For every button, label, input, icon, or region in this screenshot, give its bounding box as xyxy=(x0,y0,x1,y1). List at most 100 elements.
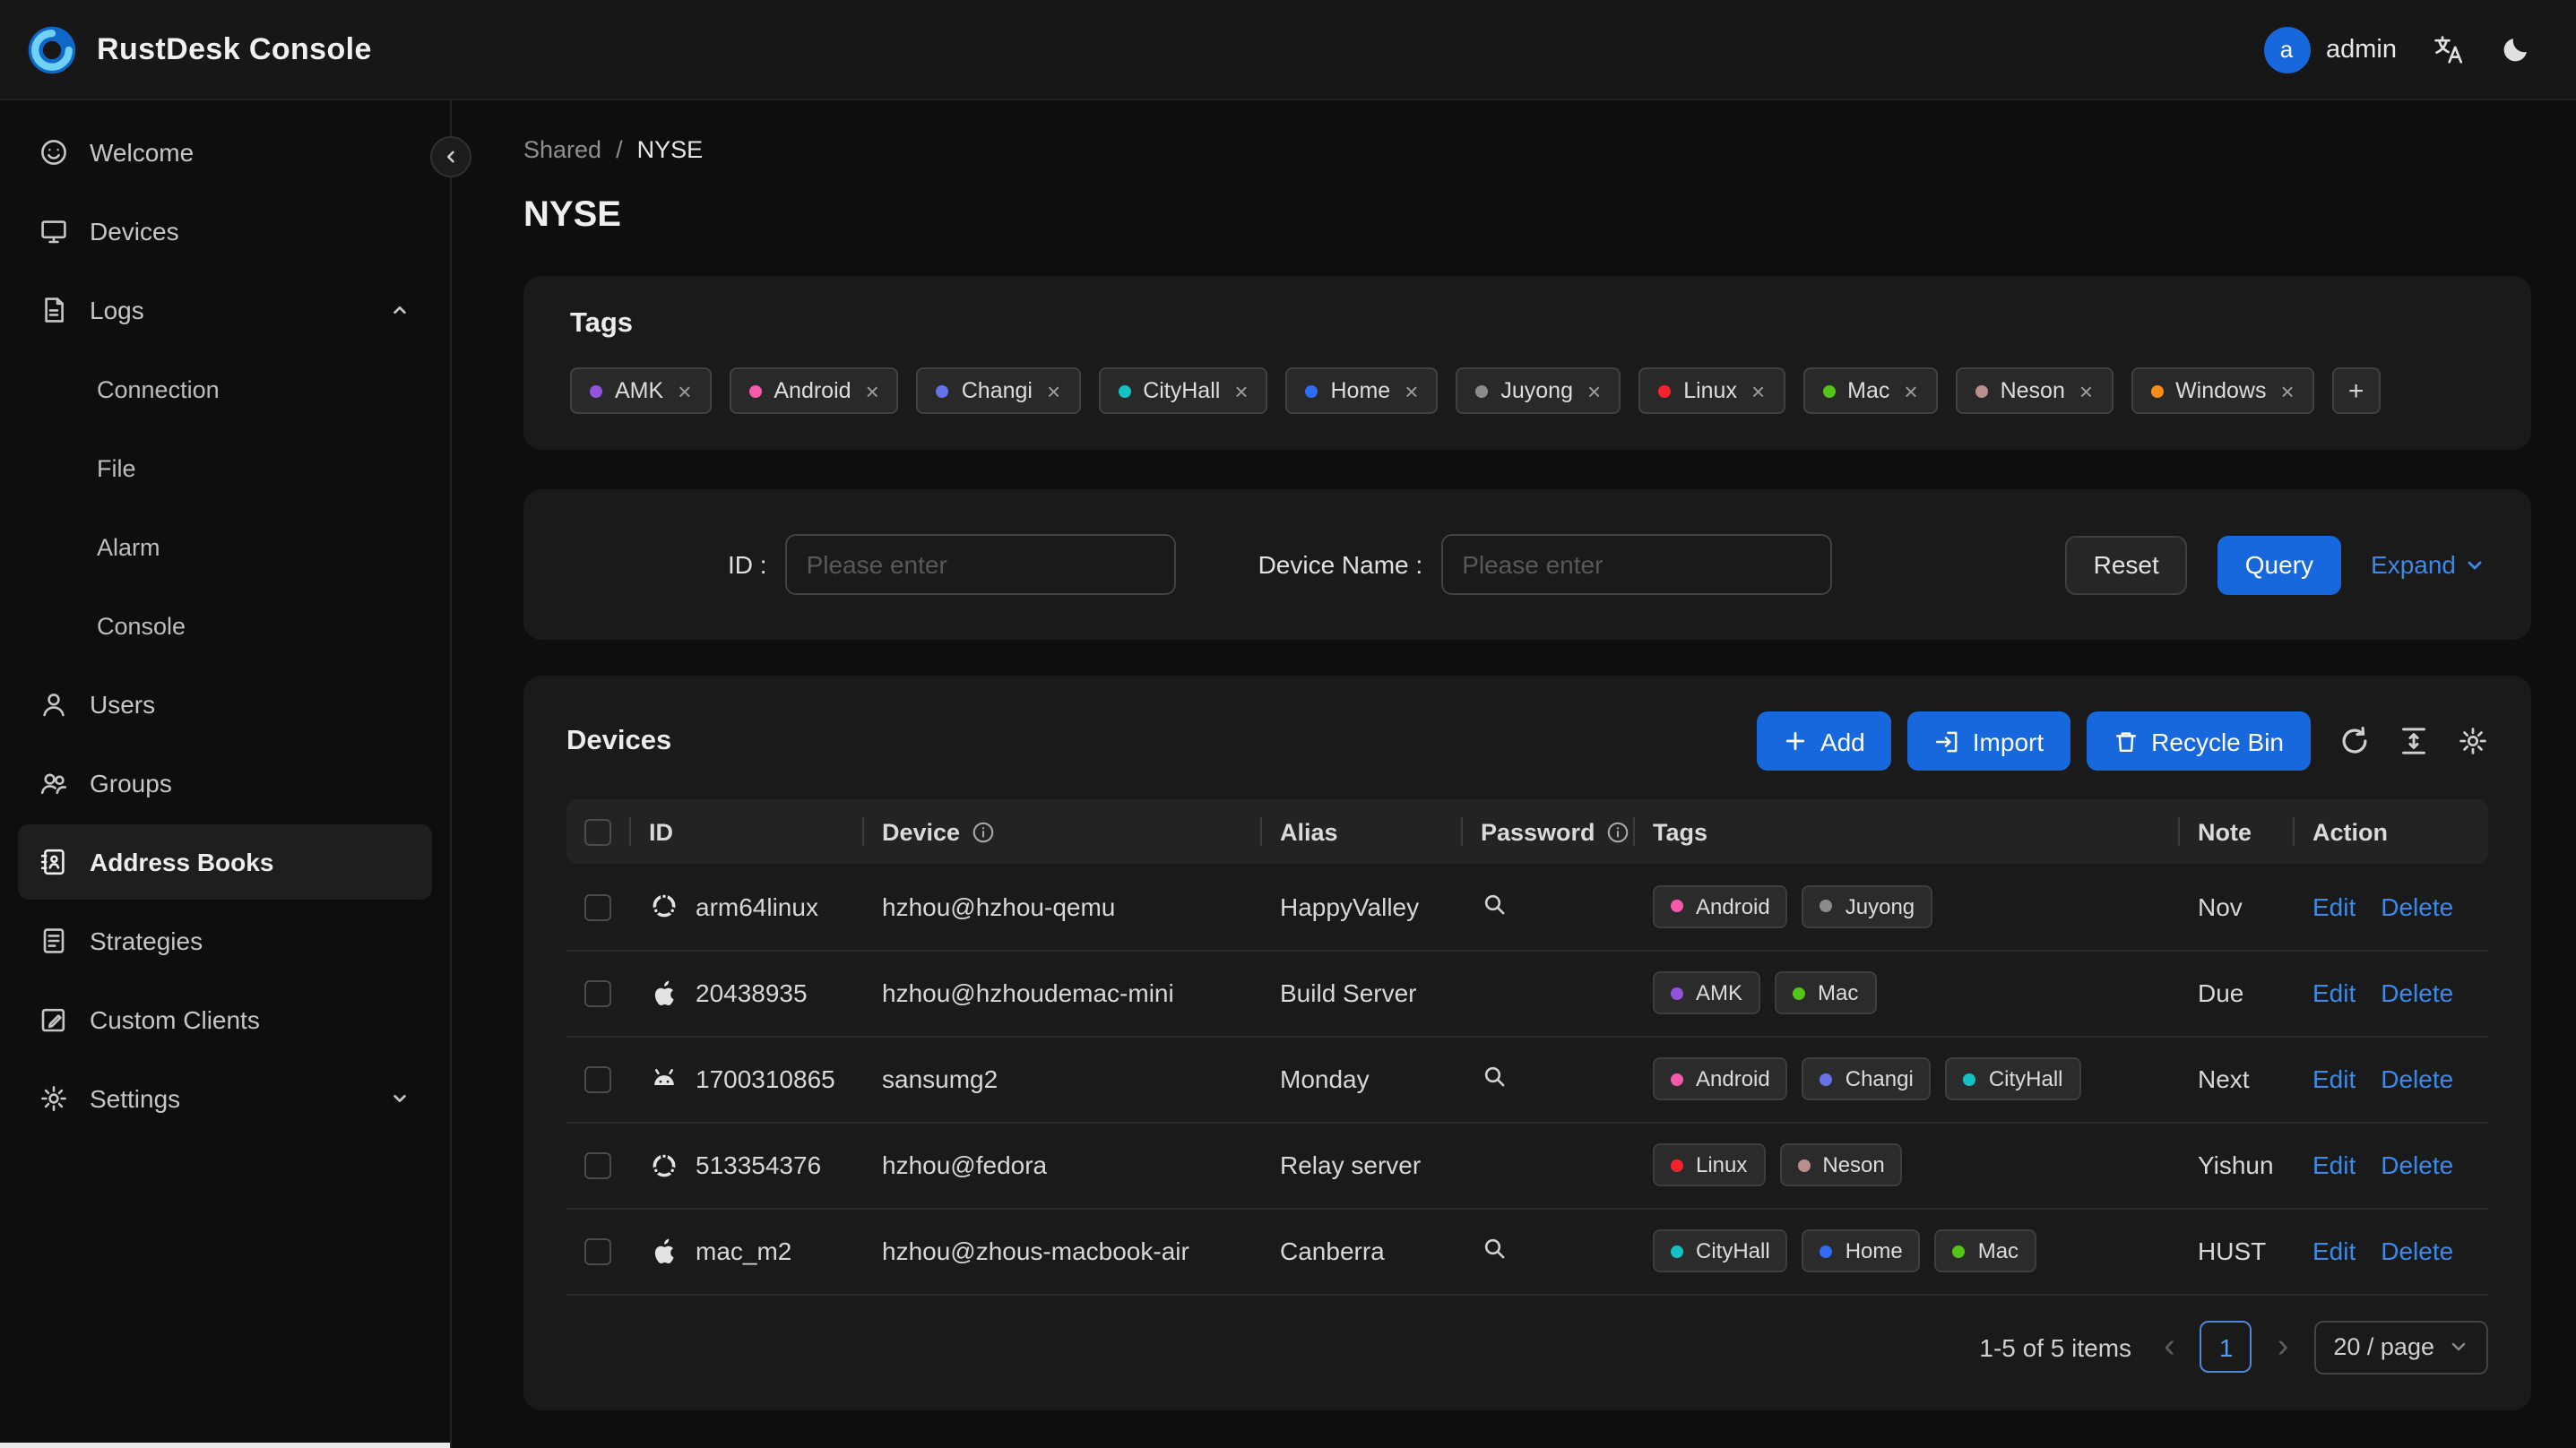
view-password-icon[interactable] xyxy=(1481,1235,1508,1262)
refresh-icon[interactable] xyxy=(2339,726,2370,756)
tag-chip-amk[interactable]: AMK × xyxy=(570,367,712,414)
avatar[interactable]: a xyxy=(2263,26,2310,73)
select-all-checkbox[interactable] xyxy=(584,818,611,846)
next-page-icon[interactable]: › xyxy=(2274,1330,2293,1364)
column-height-icon[interactable] xyxy=(2399,726,2429,756)
id-input[interactable] xyxy=(784,534,1176,595)
sidebar-item-welcome[interactable]: Welcome xyxy=(18,115,432,190)
tag-color-dot xyxy=(1820,900,1833,913)
tag-remove-icon[interactable]: × xyxy=(1234,379,1248,402)
page-size-select[interactable]: 20 / page xyxy=(2313,1320,2488,1374)
tag-remove-icon[interactable]: × xyxy=(1587,379,1601,402)
tag-remove-icon[interactable]: × xyxy=(1904,379,1917,402)
tag-chip-home[interactable]: Home × xyxy=(1285,367,1439,414)
row-checkbox[interactable] xyxy=(584,1152,611,1180)
info-icon[interactable] xyxy=(1606,820,1629,843)
tag-chip-cityhall[interactable]: CityHall × xyxy=(1098,367,1268,414)
tag-chip-android[interactable]: Android × xyxy=(729,367,899,414)
column-header-password: Password xyxy=(1481,818,1629,845)
tag-color-dot xyxy=(1952,1245,1966,1257)
tag-chip-windows[interactable]: Windows × xyxy=(2131,367,2314,414)
tag-label: Android xyxy=(1696,893,1770,919)
tag-color-dot xyxy=(1822,384,1836,397)
device-id: arm64linux xyxy=(696,892,818,921)
delete-link[interactable]: Delete xyxy=(2381,892,2453,921)
sidebar-subitem-console[interactable]: Console xyxy=(18,588,432,663)
device-alias: Build Server xyxy=(1262,950,1463,1037)
row-checkbox[interactable] xyxy=(584,1238,611,1266)
tag-label: Juyong xyxy=(1845,893,1915,919)
page-number[interactable]: 1 xyxy=(2200,1321,2252,1373)
translate-icon[interactable] xyxy=(2433,33,2465,65)
filter-card: ID : Device Name : Reset Query Expand xyxy=(523,489,2531,640)
prev-page-icon[interactable]: ‹ xyxy=(2160,1330,2179,1364)
import-button[interactable]: Import xyxy=(1907,711,2071,771)
sidebar-item-logs[interactable]: Logs xyxy=(18,272,432,348)
sidebar-item-label: Address Books xyxy=(90,848,274,876)
reset-button[interactable]: Reset xyxy=(2064,535,2188,594)
tag-label: Mac xyxy=(1977,1238,2019,1263)
sidebar-item-custom-clients[interactable]: Custom Clients xyxy=(18,982,432,1057)
header-actions: a admin xyxy=(2263,26,2531,73)
apple-icon xyxy=(649,978,679,1008)
tag-remove-icon[interactable]: × xyxy=(2281,379,2295,402)
theme-toggle-moon-icon[interactable] xyxy=(2501,34,2531,65)
device-tag-changi: Changi xyxy=(1802,1057,1932,1100)
table-header-row: ID Device Alias Password Tags Note Action xyxy=(566,799,2488,864)
view-password-icon[interactable] xyxy=(1481,1063,1508,1090)
add-button[interactable]: Add xyxy=(1757,711,1892,771)
info-icon[interactable] xyxy=(971,820,994,843)
sidebar-subitem-file[interactable]: File xyxy=(18,430,432,505)
delete-link[interactable]: Delete xyxy=(2381,1151,2453,1179)
sidebar-subitem-alarm[interactable]: Alarm xyxy=(18,509,432,584)
tag-remove-icon[interactable]: × xyxy=(1405,379,1418,402)
sidebar-collapse-button[interactable] xyxy=(430,136,471,177)
add-tag-button[interactable]: + xyxy=(2331,367,2381,414)
breadcrumb-shared[interactable]: Shared xyxy=(523,136,601,163)
edit-link[interactable]: Edit xyxy=(2312,1064,2356,1093)
tag-chip-mac[interactable]: Mac × xyxy=(1802,367,1938,414)
sidebar-scrollbar xyxy=(0,1443,450,1448)
sidebar-item-users[interactable]: Users xyxy=(18,667,432,742)
edit-link[interactable]: Edit xyxy=(2312,1151,2356,1179)
device-name-input[interactable] xyxy=(1440,534,1832,595)
delete-link[interactable]: Delete xyxy=(2381,1064,2453,1093)
tag-label: AMK xyxy=(615,378,664,403)
sidebar-item-strategies[interactable]: Strategies xyxy=(18,903,432,978)
sidebar-subitem-connection[interactable]: Connection xyxy=(18,351,432,427)
tag-remove-icon[interactable]: × xyxy=(1751,379,1765,402)
pagination-summary: 1-5 of 5 items xyxy=(1979,1332,2132,1361)
rustdesk-console-app: RustDesk Console a admin Welcome Devices L… xyxy=(0,0,2576,1448)
recycle-bin-button[interactable]: Recycle Bin xyxy=(2087,711,2311,771)
row-checkbox[interactable] xyxy=(584,1066,611,1094)
sidebar-item-label: Devices xyxy=(90,217,179,246)
tag-chip-juyong[interactable]: Juyong × xyxy=(1456,367,1621,414)
sidebar-item-settings[interactable]: Settings xyxy=(18,1061,432,1136)
delete-link[interactable]: Delete xyxy=(2381,978,2453,1007)
column-header-tags: Tags xyxy=(1653,818,1707,845)
user-menu[interactable]: a admin xyxy=(2263,26,2397,73)
tag-remove-icon[interactable]: × xyxy=(2079,379,2093,402)
tag-remove-icon[interactable]: × xyxy=(1047,379,1060,402)
edit-link[interactable]: Edit xyxy=(2312,978,2356,1007)
tag-chip-linux[interactable]: Linux × xyxy=(1638,367,1785,414)
tag-chip-neson[interactable]: Neson × xyxy=(1955,367,2114,414)
sidebar-item-devices[interactable]: Devices xyxy=(18,194,432,269)
query-button[interactable]: Query xyxy=(2217,535,2341,594)
edit-link[interactable]: Edit xyxy=(2312,892,2356,921)
tag-remove-icon[interactable]: × xyxy=(678,379,691,402)
row-checkbox[interactable] xyxy=(584,980,611,1008)
settings-icon[interactable] xyxy=(2458,726,2488,756)
edit-link[interactable]: Edit xyxy=(2312,1237,2356,1265)
tag-chip-changi[interactable]: Changi × xyxy=(916,367,1081,414)
view-password-icon[interactable] xyxy=(1481,891,1508,918)
row-checkbox[interactable] xyxy=(584,894,611,922)
sidebar-item-address-books[interactable]: Address Books xyxy=(18,824,432,900)
brand[interactable]: RustDesk Console xyxy=(25,22,372,76)
delete-link[interactable]: Delete xyxy=(2381,1237,2453,1265)
column-header-action: Action xyxy=(2312,818,2388,845)
expand-link[interactable]: Expand xyxy=(2371,550,2485,579)
tag-remove-icon[interactable]: × xyxy=(866,379,879,402)
sidebar-item-groups[interactable]: Groups xyxy=(18,746,432,821)
chevron-down-icon xyxy=(389,1088,411,1109)
